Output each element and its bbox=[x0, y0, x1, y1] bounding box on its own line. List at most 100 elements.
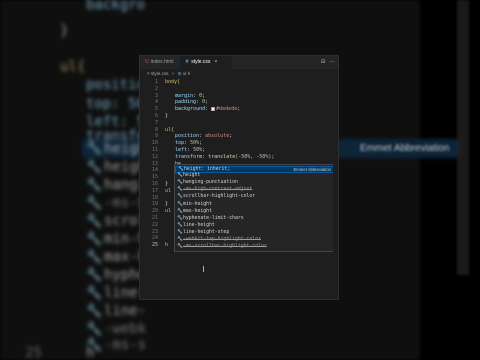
wrench-icon: 🔧 bbox=[86, 232, 103, 247]
wrench-icon: 🔧 bbox=[86, 322, 103, 337]
line-number: 6 bbox=[154, 113, 158, 119]
line-number: 23 bbox=[151, 228, 158, 235]
line-number: 9 bbox=[154, 133, 158, 140]
vscode-window: Uindex.html # style.css × ⊟ ··· # style.css… bbox=[139, 55, 339, 300]
wrench-icon: 🔧 bbox=[177, 222, 183, 228]
more-actions-icon[interactable]: ··· bbox=[329, 59, 334, 65]
wrench-icon: 🔧 bbox=[86, 250, 103, 265]
bg-line: top: 50 bbox=[86, 96, 146, 112]
bg-emmet-label: Emmet Abbreviation bbox=[360, 143, 450, 154]
wrench-icon: 🔧 bbox=[177, 194, 183, 200]
tab-label: index.html bbox=[150, 59, 174, 65]
wrench-icon: 🔧 bbox=[86, 141, 103, 156]
suggestion-label: min-height bbox=[183, 201, 212, 207]
code-line-6: } bbox=[165, 113, 169, 119]
suggestion-label: max-height bbox=[183, 208, 212, 214]
minimap[interactable] bbox=[333, 69, 338, 299]
suggestion-label: -ms-high-contrast-adjust bbox=[183, 187, 253, 193]
code-line-5: background: #dedede; bbox=[175, 106, 241, 113]
suggestion-label: hanging-punctuation bbox=[183, 180, 238, 186]
suggestion-item[interactable]: 🔧 height bbox=[175, 173, 335, 180]
html-file-icon: U bbox=[145, 59, 149, 65]
line-number: 20 bbox=[151, 208, 158, 215]
suggestion-label: height: inherit; bbox=[184, 167, 231, 172]
line-number: 21 bbox=[151, 215, 158, 221]
tab-bar: Uindex.html # style.css × ⊟ ··· bbox=[140, 56, 338, 69]
split-editor-icon[interactable]: ⊟ bbox=[321, 59, 325, 65]
code-line-11: left: 50%; bbox=[175, 147, 206, 153]
line-number: 18 bbox=[151, 194, 158, 201]
suggestion-item[interactable]: 🔧 min-height bbox=[175, 202, 335, 209]
bg-line: h bbox=[86, 345, 95, 360]
code-line-4: padding: 0; bbox=[175, 99, 209, 106]
bg-scrollbar bbox=[457, 0, 469, 275]
suggestion-widget[interactable]: 🔧 height: inherit; Emmet Abbreviation 🔧 heig… bbox=[174, 164, 336, 252]
code-line-19: } bbox=[165, 201, 169, 208]
wrench-icon: 🔧 bbox=[86, 304, 103, 319]
suggestion-label: scrollbar-highlight-color bbox=[183, 194, 256, 200]
line-number: 8 bbox=[154, 126, 158, 133]
bg-line: -ms-s bbox=[104, 337, 147, 353]
line-number: 12 bbox=[151, 153, 158, 160]
bg-line: } bbox=[60, 23, 69, 39]
code-line-16: } bbox=[165, 181, 169, 187]
wrench-icon: 🔧 bbox=[86, 268, 103, 283]
close-icon[interactable]: × bbox=[214, 59, 217, 65]
tab-index-html[interactable]: Uindex.html bbox=[140, 56, 180, 69]
line-number: 25 bbox=[151, 242, 158, 249]
breadcrumb-selector[interactable]: ul h bbox=[183, 71, 190, 76]
suggestion-label: -ms-scrollbar-highlight-color bbox=[183, 244, 267, 250]
suggestion-item[interactable]: 🔧 max-height bbox=[175, 209, 335, 216]
suggestion-label: height bbox=[183, 173, 201, 179]
suggestion-item[interactable]: 🔧 hanging-punctuation bbox=[175, 180, 335, 187]
line-number: 22 bbox=[151, 221, 158, 228]
bg-line: positio bbox=[86, 77, 146, 93]
line-number: 10 bbox=[151, 140, 158, 147]
wrench-icon: 🔧 bbox=[86, 286, 103, 301]
wrench-icon: 🔧 bbox=[177, 201, 183, 207]
bg-line: line- bbox=[104, 303, 147, 319]
suggestion-item[interactable]: 🔧 -webkit-tap-highlight-color bbox=[175, 237, 335, 244]
suggestion-item[interactable]: 🔧 line-height-step bbox=[175, 230, 335, 237]
wrench-icon: 🔧 bbox=[177, 180, 183, 186]
wrench-icon: 🔧 bbox=[177, 237, 183, 242]
suggestion-item[interactable]: 🔧 height: inherit; Emmet Abbreviation bbox=[175, 166, 335, 173]
line-number: 7 bbox=[154, 119, 158, 126]
line-number: 1 bbox=[154, 79, 158, 85]
css-file-icon: # bbox=[185, 59, 190, 65]
breadcrumb-file[interactable]: style.css bbox=[151, 71, 169, 76]
code-line-3: margin: 0; bbox=[175, 92, 206, 99]
line-number: 19 bbox=[151, 201, 158, 208]
line-number: 24 bbox=[151, 235, 158, 242]
suggestion-item[interactable]: 🔧 -ms-high-contrast-adjust bbox=[175, 187, 335, 194]
suggestion-item[interactable]: 🔧 -ms-scrollbar-highlight-color bbox=[175, 244, 335, 251]
line-number: 17 bbox=[151, 187, 158, 194]
tab-style-css[interactable]: # style.css × bbox=[180, 56, 232, 69]
line-number: 13 bbox=[151, 160, 158, 167]
wrench-icon: 🔧 bbox=[177, 208, 183, 214]
wrench-icon: 🔧 bbox=[86, 214, 103, 229]
bg-line: ul{ bbox=[60, 59, 86, 75]
code-line-10: top: 50%; bbox=[175, 140, 203, 147]
code-line-1: body{ bbox=[165, 79, 181, 85]
code-line-12: transform: translate(-50%, -50%); bbox=[175, 153, 275, 160]
css-file-icon: # bbox=[147, 71, 150, 76]
line-number: 14 bbox=[151, 167, 158, 174]
text-cursor bbox=[203, 265, 204, 272]
color-swatch[interactable] bbox=[211, 106, 216, 111]
code-line-25: h bbox=[165, 242, 169, 249]
wrench-icon: 🔧 bbox=[177, 187, 183, 193]
suggestion-label: hyphenate-limit-chars bbox=[183, 215, 244, 221]
selector-icon: ⊞ bbox=[177, 71, 182, 76]
wrench-icon: 🔧 bbox=[86, 178, 103, 193]
suggestion-item[interactable]: 🔧 scrollbar-highlight-color bbox=[175, 194, 335, 201]
breadcrumb: # style.css > ⊞ ul h bbox=[147, 71, 190, 77]
wrench-icon: 🔧 bbox=[177, 244, 183, 250]
line-number: 5 bbox=[154, 106, 158, 113]
line-number: 2 bbox=[154, 85, 158, 92]
tab-actions: ⊟ ··· bbox=[317, 56, 334, 69]
suggestion-item[interactable]: 🔧 line-height bbox=[175, 223, 335, 230]
wrench-icon: 🔧 bbox=[86, 160, 103, 175]
bg-line-number: 25 bbox=[25, 345, 42, 360]
suggestion-item[interactable]: 🔧 hyphenate-limit-chars bbox=[175, 216, 335, 223]
